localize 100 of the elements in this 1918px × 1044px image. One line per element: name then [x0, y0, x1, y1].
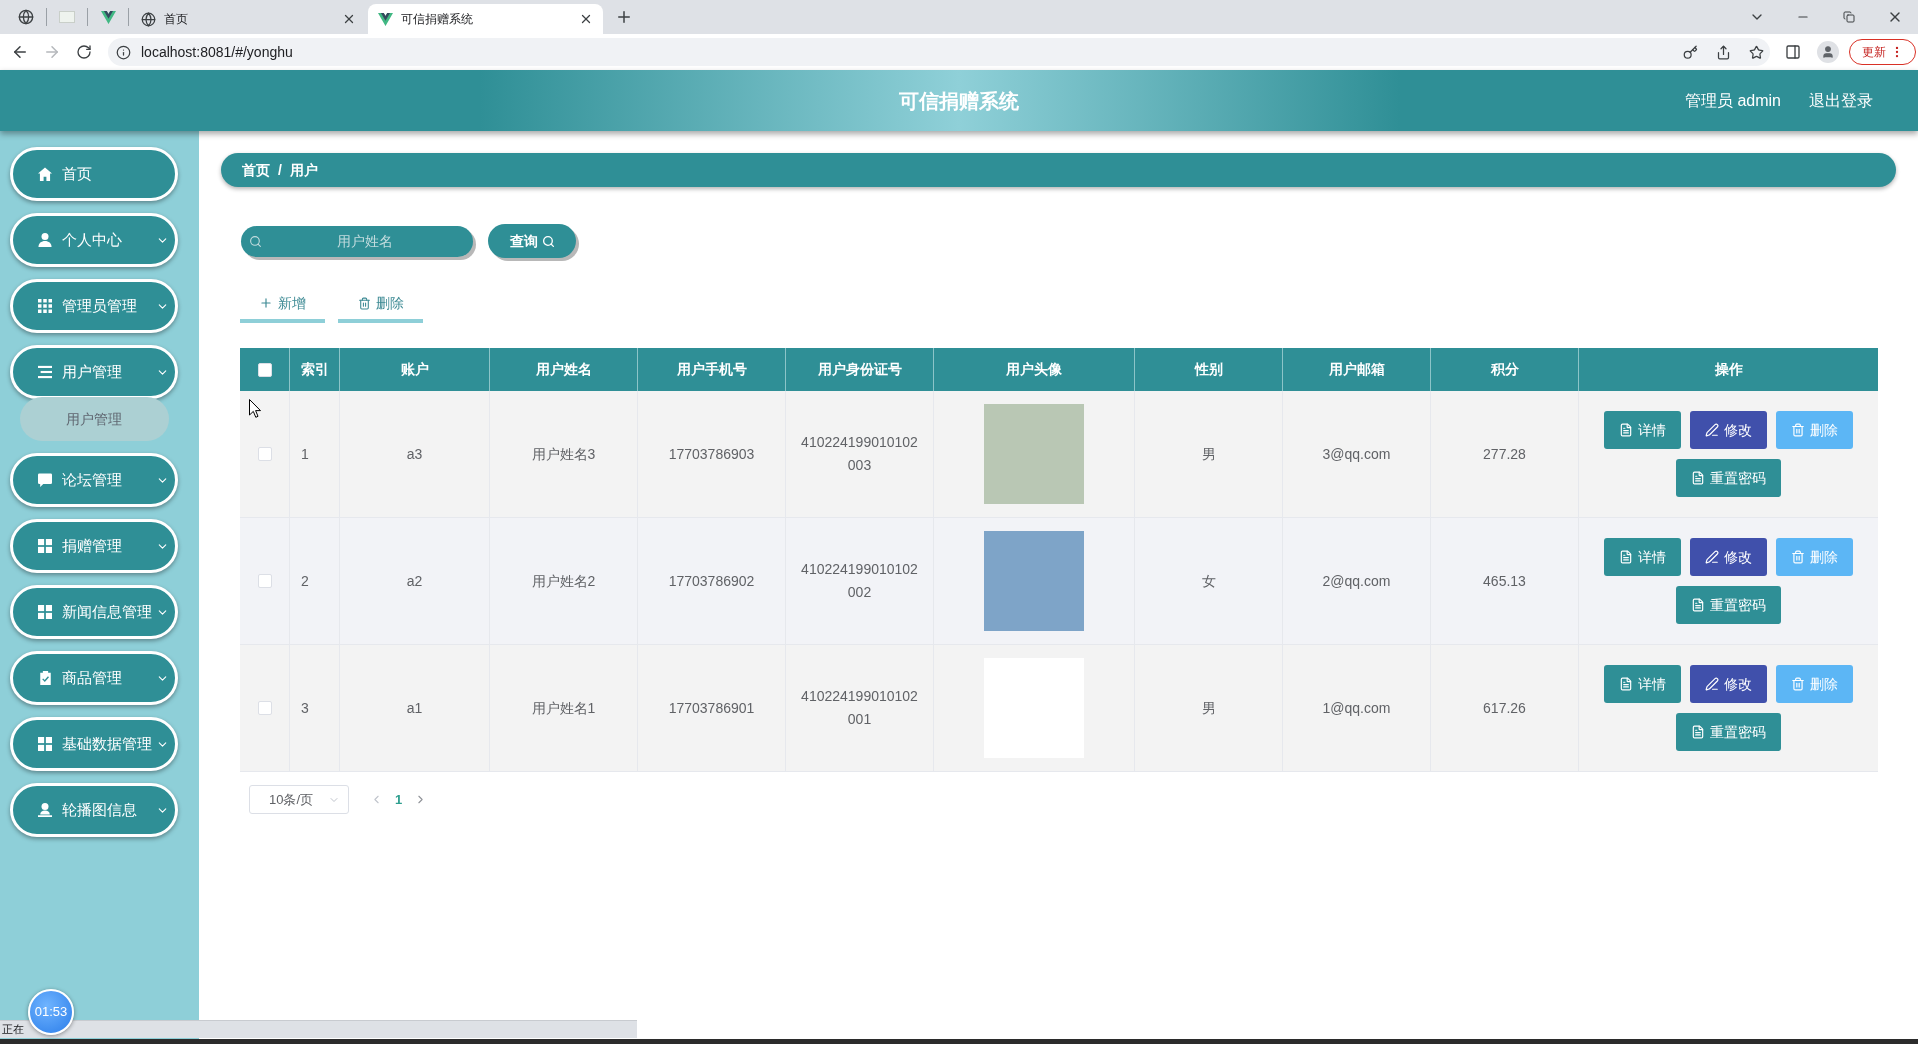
menu-item[interactable]: 论坛管理 — [10, 453, 178, 507]
document-icon — [1691, 598, 1705, 612]
document-icon — [1619, 550, 1633, 564]
menu-item[interactable]: 个人中心 — [10, 213, 178, 267]
breadcrumb-item[interactable]: 首页 — [242, 159, 270, 181]
profile-icon[interactable] — [1817, 41, 1839, 63]
page-button[interactable]: 1 — [395, 789, 403, 810]
query-button[interactable]: 查询 — [488, 224, 576, 258]
back-icon[interactable] — [11, 43, 29, 61]
index-text: 3 — [301, 698, 309, 718]
trash-icon — [357, 296, 371, 310]
menu-item[interactable]: 管理员管理 — [10, 279, 178, 333]
side-panel-icon[interactable] — [1785, 44, 1801, 60]
pen-icon — [1705, 423, 1719, 437]
reset-button[interactable]: 重置密码 — [1676, 586, 1781, 624]
points-text: 465.13 — [1483, 571, 1526, 591]
breadcrumb-item: 用户 — [289, 160, 318, 180]
menu-item[interactable]: 商品管理 — [10, 651, 178, 705]
status-bar: 正在 — [0, 1020, 637, 1038]
column-header: 操作 — [1714, 360, 1743, 379]
column-header: 用户邮箱 — [1328, 360, 1385, 379]
user-name-text: 用户姓名1 — [531, 698, 596, 718]
delete-button[interactable]: 删除 — [1776, 665, 1853, 703]
share-icon[interactable] — [1716, 44, 1731, 60]
grid-icon — [38, 299, 52, 313]
document-icon — [1619, 423, 1633, 437]
account-text: a3 — [406, 444, 423, 464]
column-header: 用户身份证号 — [817, 360, 902, 379]
checkbox[interactable] — [257, 447, 272, 461]
reset-button[interactable]: 重置密码 — [1676, 459, 1781, 497]
user-name-text: 用户姓名2 — [531, 571, 596, 591]
phone-text: 17703786901 — [668, 698, 755, 718]
edit-button[interactable]: 修改 — [1690, 665, 1767, 703]
trash-icon — [1791, 423, 1805, 437]
index-text: 1 — [301, 444, 309, 464]
key-icon[interactable] — [1683, 44, 1698, 60]
clipboard-icon — [39, 671, 51, 685]
menu-item[interactable]: 基础数据管理 — [10, 717, 178, 771]
address-bar[interactable]: localhost:8081/#/yonghu — [108, 38, 1770, 66]
breadcrumb-separator: / — [278, 160, 282, 180]
delete-button[interactable]: 删除 — [1776, 538, 1853, 576]
index-text: 2 — [301, 571, 309, 591]
plus-icon — [259, 296, 273, 310]
url-text: localhost:8081/#/yonghu — [141, 42, 293, 62]
column-header: 用户手机号 — [676, 360, 747, 379]
points-text: 617.26 — [1483, 698, 1526, 718]
menu-item[interactable]: 用户管理 — [10, 345, 178, 399]
reload-icon[interactable] — [76, 44, 92, 60]
vue-logo-icon — [100, 10, 116, 24]
grid-icon — [38, 737, 52, 751]
admin-user-text: 管理员 admin — [1684, 90, 1781, 111]
cursor-icon — [249, 399, 261, 418]
column-header: 性别 — [1194, 360, 1223, 379]
globe-icon[interactable] — [18, 9, 34, 25]
logout-link[interactable]: 退出登录 — [1809, 88, 1873, 113]
checkbox[interactable] — [257, 362, 272, 377]
id-number-text: 410224199010102003 — [800, 433, 919, 475]
detail-button[interactable]: 详情 — [1604, 538, 1681, 576]
delete-button[interactable]: 删除 — [1776, 411, 1853, 449]
menu-item[interactable]: 捐赠管理 — [10, 519, 178, 573]
gender-text: 男 — [1201, 444, 1216, 464]
search-field[interactable]: 用户姓名 — [241, 225, 473, 257]
menu-item[interactable]: 首页 — [10, 147, 178, 201]
points-text: 277.28 — [1483, 444, 1526, 464]
phone-text: 17703786902 — [668, 571, 755, 591]
trash-icon — [1791, 550, 1805, 564]
close-icon[interactable] — [579, 12, 593, 26]
list-icon — [38, 365, 52, 379]
info-icon — [116, 44, 131, 60]
submenu-item[interactable]: 用户管理 — [19, 397, 169, 441]
edit-button[interactable]: 修改 — [1690, 538, 1767, 576]
trash-icon — [1791, 677, 1805, 691]
document-icon — [1619, 677, 1633, 691]
account-text: a2 — [406, 571, 423, 591]
menu-item[interactable]: 新闻信息管理 — [10, 585, 178, 639]
detail-button[interactable]: 详情 — [1604, 411, 1681, 449]
browser-tab[interactable]: 首页 — [131, 4, 366, 34]
checkbox[interactable] — [257, 701, 272, 715]
restore-icon[interactable] — [1843, 11, 1855, 23]
detail-button[interactable]: 详情 — [1604, 665, 1681, 703]
star-icon[interactable] — [1749, 44, 1764, 60]
new-tab-icon[interactable] — [615, 8, 633, 26]
id-number-text: 410224199010102002 — [800, 560, 919, 602]
page-size-select[interactable]: 10条/页 — [249, 785, 349, 814]
column-header: 索引 — [300, 360, 329, 379]
pen-icon — [1705, 550, 1719, 564]
edit-button[interactable]: 修改 — [1690, 411, 1767, 449]
browser-tab[interactable]: 可信捐赠系统 — [368, 4, 603, 34]
menu-item[interactable]: 轮播图信息 — [10, 783, 178, 837]
gender-text: 男 — [1201, 698, 1216, 718]
gender-text: 女 — [1201, 571, 1216, 591]
reset-button[interactable]: 重置密码 — [1676, 713, 1781, 751]
column-header: 用户头像 — [1006, 360, 1062, 379]
email-text: 3@qq.com — [1322, 444, 1391, 464]
chat-icon — [38, 473, 52, 487]
checkbox[interactable] — [257, 574, 272, 588]
close-icon[interactable] — [342, 12, 356, 26]
grid-icon — [38, 605, 52, 619]
account-text: a1 — [406, 698, 423, 718]
email-text: 1@qq.com — [1322, 698, 1391, 718]
